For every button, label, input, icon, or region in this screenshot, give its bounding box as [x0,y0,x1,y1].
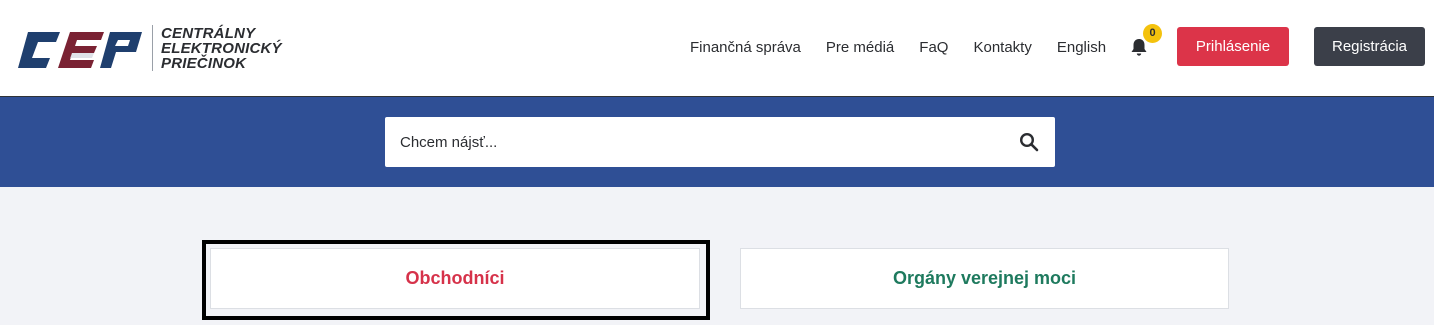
cep-logo[interactable]: CENTRÁLNY ELEKTRONICKÝ PRIEČINOK [14,20,294,76]
search-band [0,97,1434,187]
search-box [385,117,1055,167]
nav-link-financna-sprava[interactable]: Finančná správa [690,39,801,56]
logo-text: CENTRÁLNY ELEKTRONICKÝ PRIEČINOK [161,26,282,71]
search-icon[interactable] [1019,132,1039,152]
logo-divider [152,25,153,71]
nav-link-faq[interactable]: FaQ [919,39,948,56]
login-button[interactable]: Prihlásenie [1177,27,1289,66]
logo-line-2: ELEKTRONICKÝ [161,39,282,57]
nav-link-english[interactable]: English [1057,39,1106,56]
notification-badge: 0 [1143,24,1162,43]
card-obchodnici[interactable]: Obchodníci [210,248,700,309]
nav-link-pre-media[interactable]: Pre médiá [826,39,894,56]
logo-line-3: PRIEČINOK [161,54,247,72]
logo-line-1: CENTRÁLNY [161,24,256,42]
register-button[interactable]: Registrácia [1314,27,1425,66]
main-nav: Finančná správa Pre médiá FaQ Kontakty E… [690,30,1131,64]
site-header: CENTRÁLNY ELEKTRONICKÝ PRIEČINOK Finančn… [0,0,1434,97]
search-input[interactable] [385,117,1005,167]
cep-logo-mark [18,32,142,68]
card-organy-verejnej-moci[interactable]: Orgány verejnej moci [740,248,1229,309]
nav-link-kontakty[interactable]: Kontakty [973,39,1031,56]
